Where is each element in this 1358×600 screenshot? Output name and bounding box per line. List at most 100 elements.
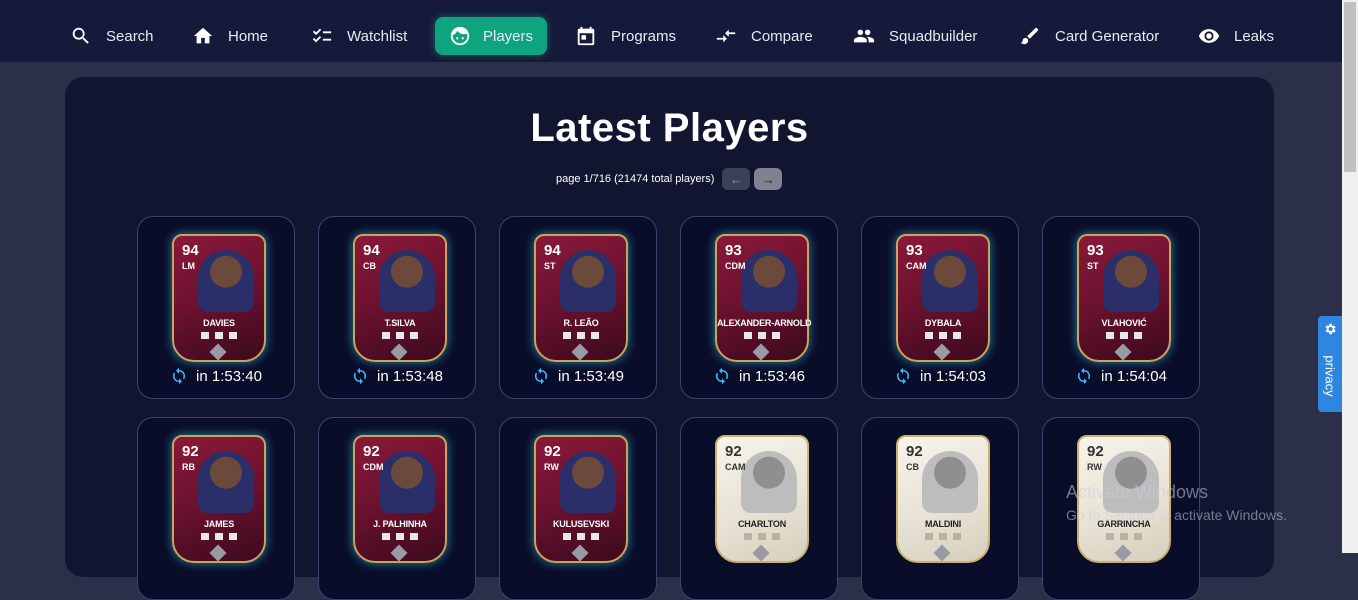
league-badge-icon xyxy=(939,533,947,540)
club-badge-icon xyxy=(591,533,599,540)
privacy-button[interactable]: privacy xyxy=(1318,316,1342,412)
player-card[interactable]: 92 RB JAMES xyxy=(137,417,295,600)
player-photo xyxy=(922,250,978,312)
club-badge-icon xyxy=(591,332,599,339)
player-card[interactable]: 92 CAM CHARLTON xyxy=(680,417,838,600)
nav-item-programs[interactable]: Programs xyxy=(575,17,676,55)
player-badges xyxy=(174,332,264,339)
player-card[interactable]: 93 CAM DYBALA in 1:54:03 xyxy=(861,216,1019,399)
nation-flag-icon xyxy=(925,533,933,540)
people-icon xyxy=(853,29,875,43)
nation-flag-icon xyxy=(382,533,390,540)
watermark-subtitle: Go to Settings to activate Windows. xyxy=(1066,507,1287,523)
nav-item-card-generator[interactable]: Card Generator xyxy=(1019,17,1159,55)
next-page-button[interactable]: → xyxy=(754,168,783,190)
league-badge-icon xyxy=(215,332,223,339)
top-nav: Search Home Watchlist Players Programs C… xyxy=(0,0,1342,62)
player-card[interactable]: 92 CDM J. PALHINHA xyxy=(318,417,476,600)
player-card[interactable]: 94 LM DAVIES in 1:53:40 xyxy=(137,216,295,399)
player-badges xyxy=(355,332,445,339)
card-gem-icon xyxy=(209,343,227,361)
nation-flag-icon xyxy=(1106,332,1114,339)
league-badge-icon xyxy=(758,332,766,339)
privacy-label: privacy xyxy=(1322,355,1338,397)
sync-icon xyxy=(1077,367,1091,385)
player-card[interactable]: 92 CB MALDINI xyxy=(861,417,1019,600)
card-gem-icon xyxy=(571,544,589,562)
nav-item-search[interactable]: Search xyxy=(70,17,154,55)
player-photo xyxy=(198,451,254,513)
player-badges xyxy=(536,332,626,339)
nation-flag-icon xyxy=(563,533,571,540)
nav-item-compare[interactable]: Compare xyxy=(715,17,813,55)
league-badge-icon xyxy=(396,533,404,540)
league-badge-icon xyxy=(939,332,947,339)
player-position: CAM xyxy=(906,261,927,271)
player-timer: in 1:53:49 xyxy=(500,367,656,385)
player-photo xyxy=(741,451,797,513)
player-position: RW xyxy=(544,462,559,472)
nation-flag-icon xyxy=(744,332,752,339)
player-photo xyxy=(379,451,435,513)
club-badge-icon xyxy=(953,332,961,339)
player-name: R. LEÃO xyxy=(563,318,599,328)
watermark-title: Activate Windows xyxy=(1066,482,1209,502)
player-card-art: 92 CDM J. PALHINHA xyxy=(353,435,447,563)
club-badge-icon xyxy=(772,332,780,339)
player-photo xyxy=(1103,250,1159,312)
card-gem-icon xyxy=(1114,544,1132,562)
player-card[interactable]: 92 RW KULUSEVSKI xyxy=(499,417,657,600)
player-card[interactable]: 93 CDM ALEXANDER-ARNOLD in 1:53:46 xyxy=(680,216,838,399)
player-card[interactable]: 93 ST VLAHOVIĆ in 1:54:04 xyxy=(1042,216,1200,399)
nav-item-players[interactable]: Players xyxy=(435,17,548,55)
nav-item-label: Programs xyxy=(611,27,677,45)
player-rating: 92 xyxy=(182,443,199,460)
player-name: CHARLTON xyxy=(737,519,787,529)
nav-item-watchlist[interactable]: Watchlist xyxy=(311,17,407,55)
league-badge-icon xyxy=(396,332,404,339)
sync-icon xyxy=(534,367,548,385)
player-badges xyxy=(898,332,988,339)
player-card[interactable]: 94 CB T.SILVA in 1:53:48 xyxy=(318,216,476,399)
player-card[interactable]: 94 ST R. LEÃO in 1:53:49 xyxy=(499,216,657,399)
player-position: CB xyxy=(363,261,376,271)
player-card-art: 94 LM DAVIES xyxy=(172,234,266,362)
pagination: page 1/716 (21474 total players) ← → xyxy=(556,167,783,191)
nav-item-leaks[interactable]: Leaks xyxy=(1198,17,1274,55)
card-gem-icon xyxy=(1114,343,1132,361)
nav-item-home[interactable]: Home xyxy=(192,17,268,55)
timer-text: in 1:53:46 xyxy=(739,367,805,385)
nav-item-squadbuilder[interactable]: Squadbuilder xyxy=(853,17,977,55)
player-card-art: 94 ST R. LEÃO xyxy=(534,234,628,362)
timer-text: in 1:53:49 xyxy=(558,367,624,385)
player-name: JAMES xyxy=(203,519,234,529)
player-badges xyxy=(1079,533,1169,540)
player-timer: in 1:54:04 xyxy=(1043,367,1199,385)
scrollbar[interactable] xyxy=(1342,0,1358,553)
player-name: ALEXANDER-ARNOLD xyxy=(717,318,812,328)
player-rating: 92 xyxy=(906,443,923,460)
player-name: MALDINI xyxy=(924,519,962,529)
player-card-art: 93 CDM ALEXANDER-ARNOLD xyxy=(715,234,812,362)
player-badges xyxy=(1079,332,1169,339)
nation-flag-icon xyxy=(382,332,390,339)
card-gem-icon xyxy=(390,343,408,361)
nav-item-label: Compare xyxy=(751,27,813,45)
league-badge-icon xyxy=(577,332,585,339)
prev-page-button[interactable]: ← xyxy=(722,168,751,190)
player-rating: 92 xyxy=(725,443,742,460)
card-gem-icon xyxy=(209,544,227,562)
player-card-art: 92 RW KULUSEVSKI xyxy=(534,435,628,563)
sync-icon xyxy=(353,367,367,385)
player-photo xyxy=(198,250,254,312)
club-badge-icon xyxy=(410,332,418,339)
nation-flag-icon xyxy=(563,332,571,339)
scrollbar-thumb[interactable] xyxy=(1344,2,1356,172)
timer-text: in 1:54:04 xyxy=(1101,367,1167,385)
player-name: DYBALA xyxy=(924,318,962,328)
league-badge-icon xyxy=(1120,332,1128,339)
page-title: Latest Players xyxy=(530,106,809,150)
card-gem-icon xyxy=(390,544,408,562)
player-photo xyxy=(922,451,978,513)
player-rating: 92 xyxy=(363,443,380,460)
